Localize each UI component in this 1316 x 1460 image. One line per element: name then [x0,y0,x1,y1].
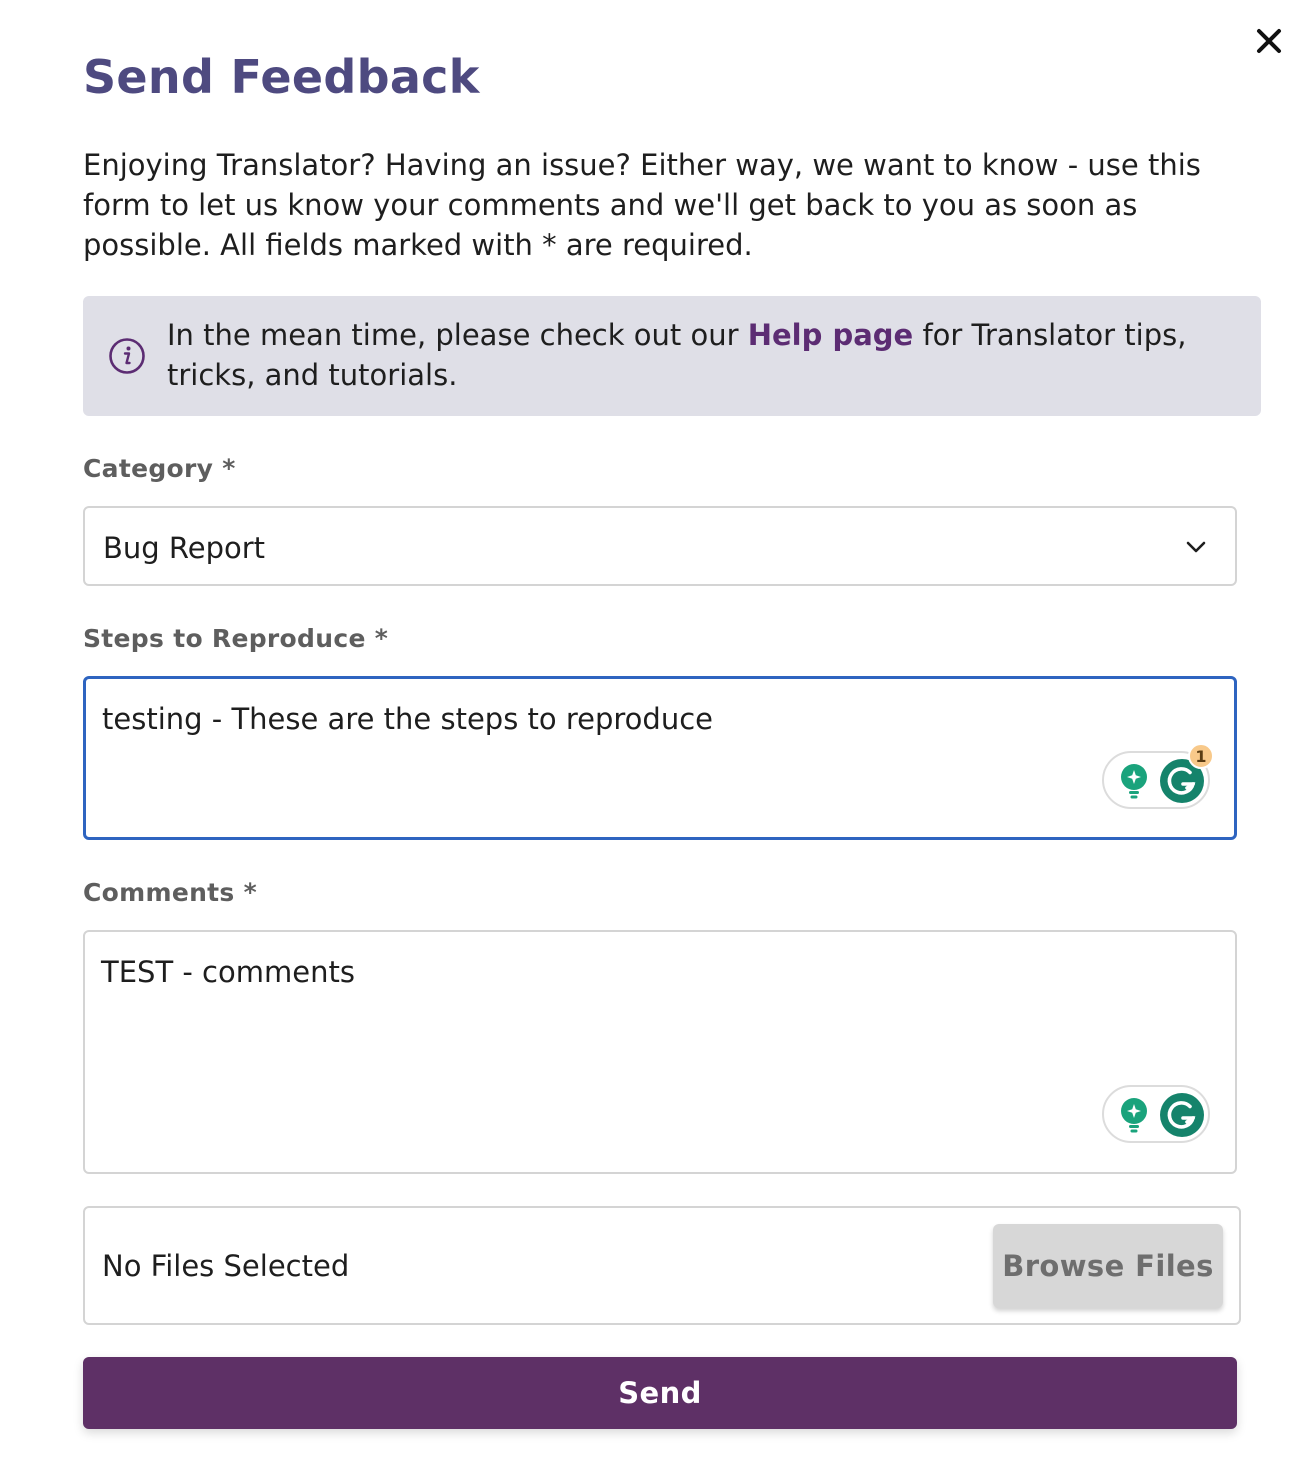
browse-files-button[interactable]: Browse Files [993,1224,1223,1308]
send-button[interactable]: Send [83,1357,1237,1429]
comments-text: TEST - comments [101,955,355,989]
grammarly-widget[interactable] [1102,1085,1210,1143]
comments-label: Comments * [83,878,257,907]
info-banner: In the mean time, please check out our H… [83,296,1261,416]
category-selected-value: Bug Report [103,531,266,565]
file-upload-field: No Files Selected Browse Files [83,1206,1241,1325]
lightbulb-icon [1121,1098,1147,1133]
category-label: Category * [83,454,236,483]
close-icon [1257,29,1281,53]
steps-text: testing - These are the steps to reprodu… [102,702,713,736]
grammarly-logo-icon [1160,1093,1204,1137]
steps-label: Steps to Reproduce * [83,624,389,653]
lightbulb-icon [1121,764,1147,799]
dialog-title: Send Feedback [83,50,480,104]
category-select[interactable]: Bug Report [83,506,1237,586]
file-status-text: No Files Selected [102,1249,350,1283]
info-icon [109,338,145,374]
grammarly-badge: 1 [1188,743,1214,769]
intro-text: Enjoying Translator? Having an issue? Ei… [83,148,1201,262]
help-page-link[interactable]: Help page [748,318,914,352]
close-button[interactable] [1252,24,1286,58]
comments-textarea[interactable]: TEST - comments [83,930,1237,1174]
steps-textarea[interactable]: testing - These are the steps to reprodu… [83,676,1237,840]
info-text-before: In the mean time, please check out our [167,318,748,352]
info-text: In the mean time, please check out our H… [167,315,1237,395]
chevron-down-icon [1186,541,1206,553]
grammarly-widget[interactable]: 1 [1102,743,1214,809]
